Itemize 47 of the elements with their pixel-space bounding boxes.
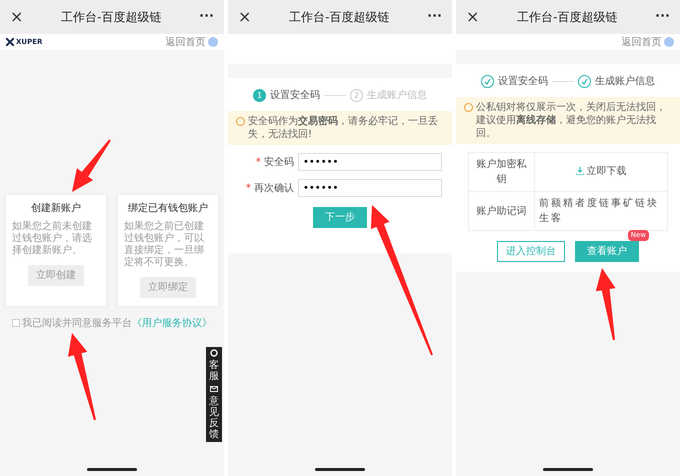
home-indicator: [543, 468, 593, 471]
password-field[interactable]: ••••••: [298, 153, 442, 171]
home-link[interactable]: 返回首页: [622, 34, 662, 50]
download-icon: [576, 167, 584, 176]
window-title: 工作台-百度超级链: [517, 9, 618, 26]
checkbox[interactable]: [12, 319, 20, 328]
table-cell: 账户加密私钥: [468, 152, 534, 192]
more-button[interactable]: ···: [655, 7, 670, 27]
menu-label[interactable]: 意见反馈: [209, 396, 219, 440]
annotation-arrow: [72, 139, 111, 192]
check-icon: [484, 78, 491, 85]
more-button[interactable]: ···: [199, 7, 214, 27]
card-title: 创建新账户: [30, 203, 82, 215]
step-label: 设置安全码: [498, 74, 548, 89]
close-button[interactable]: ×: [10, 9, 24, 25]
menu-label[interactable]: 客服: [209, 360, 219, 382]
step-number: 1: [253, 89, 266, 102]
mail-icon: [210, 385, 218, 393]
home-link[interactable]: 返回首页: [166, 34, 206, 50]
close-button[interactable]: ×: [466, 9, 480, 25]
avatar-icon: [208, 37, 218, 47]
x-logo-icon: [6, 38, 14, 46]
field-label: * 安全码: [254, 156, 294, 170]
notice-text: 公私钥对将仅展示一次，关闭后无法找回，建议使用离线存储，避免您的账户无法找回。: [476, 101, 667, 140]
table-cell: 账户助记词: [468, 192, 534, 230]
close-button[interactable]: ×: [238, 9, 252, 25]
check-icon: [581, 78, 588, 85]
step-label: 设置安全码: [270, 88, 320, 103]
window-title: 工作台-百度超级链: [289, 9, 390, 26]
notice-text: 安全码作为交易密码，请务必牢记，一旦丢失，无法找回!: [248, 115, 439, 141]
warning-icon: [236, 117, 245, 126]
password-field[interactable]: ••••••: [298, 179, 442, 197]
card-text: 如果您之前已创建过钱包账户，可以直接绑定，一旦绑定将不可更换。: [124, 221, 205, 269]
home-indicator: [87, 468, 137, 471]
card-text: 如果您之前未创建过钱包账户，请选择创建新账户。: [12, 221, 93, 257]
field-label: * 再次确认: [244, 182, 294, 196]
card-title: 绑定已有钱包账户: [127, 203, 209, 215]
home-indicator: [315, 468, 365, 471]
agreement-text: 我已阅读并同意服务平台《用户服务协议》: [0, 316, 224, 331]
step-label: 生成账户信息: [367, 88, 427, 103]
warning-icon: [464, 103, 473, 112]
window-title: 工作台-百度超级链: [61, 9, 162, 26]
avatar-icon: [664, 37, 674, 47]
download-link[interactable]: 立即下载: [576, 164, 626, 179]
step-label: 生成账户信息: [595, 74, 655, 89]
more-button[interactable]: ···: [427, 7, 442, 27]
step-number: 2: [350, 89, 363, 102]
